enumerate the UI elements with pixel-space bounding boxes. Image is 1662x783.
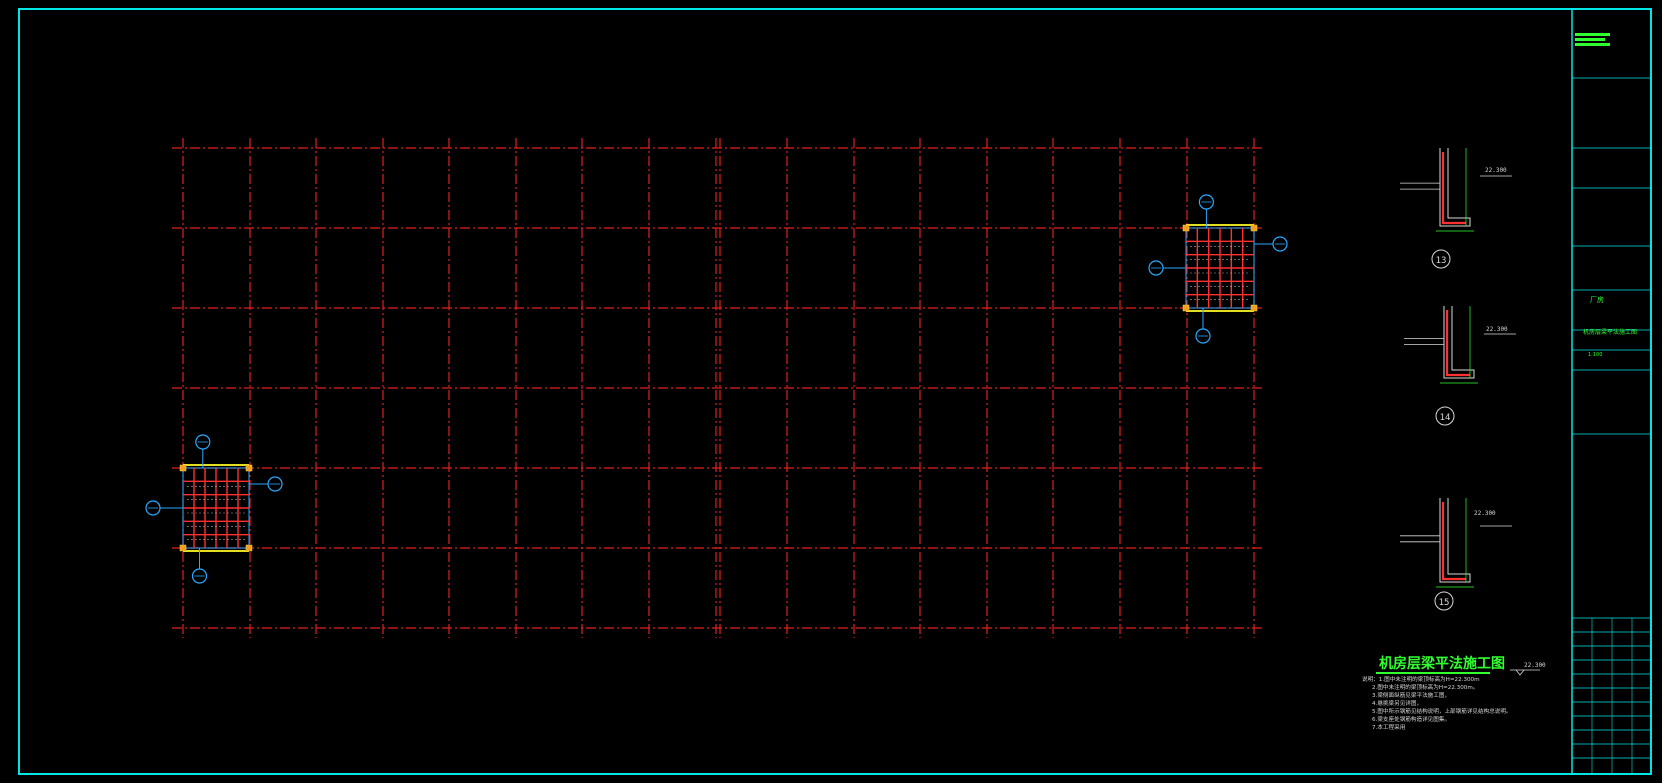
stair-plan-lower — [145, 434, 283, 584]
detail-14-elevation: 22.300 — [1486, 326, 1508, 333]
stair-plan-upper — [1148, 194, 1288, 344]
drawing-canvas: 13 14 15 22.300 22.300 22.300 机房层梁平法施工图 … — [18, 8, 1652, 775]
column — [179, 544, 187, 552]
detail-13-elevation: 22.300 — [1485, 167, 1507, 174]
column — [245, 464, 253, 472]
note-line: 3.梁侧面纵筋见梁平法施工图， — [1372, 691, 1450, 699]
section-rebar — [1441, 152, 1466, 225]
section-detail-14 — [1404, 306, 1516, 384]
section-rebar — [1441, 502, 1466, 581]
section-detail-13 — [1400, 148, 1512, 232]
note-line: 7.本工程采用 — [1372, 723, 1405, 731]
detail-15-elevation: 22.300 — [1474, 510, 1496, 517]
title-elevation-mark — [1510, 669, 1540, 676]
note-line: 4.悬挑梁另见详图， — [1372, 699, 1422, 707]
signature-mark — [1575, 38, 1605, 41]
detail-13-label: 13 — [1436, 256, 1447, 266]
floor-grid — [172, 138, 1264, 638]
section-outline — [1439, 148, 1471, 227]
column — [1250, 304, 1258, 312]
note-line: 5.图中所示钢筋见结构说明，上部钢筋详见结构总说明。 — [1372, 707, 1512, 715]
section-outline — [1443, 306, 1475, 379]
signature-mark — [1575, 33, 1610, 36]
column — [1250, 224, 1258, 232]
section-outline — [1439, 498, 1471, 583]
title-block-scale: 1:100 — [1588, 352, 1602, 358]
section-rebar — [1445, 310, 1470, 377]
general-notes: 说明：1.图中未注明的梁顶标高为H=22.300m 2.图中未注明的梁顶标高为H… — [1362, 675, 1512, 731]
note-line: 说明：1.图中未注明的梁顶标高为H=22.300m — [1362, 675, 1480, 683]
drawing-title: 机房层梁平法施工图 — [1379, 655, 1505, 672]
signature-mark — [1575, 43, 1610, 46]
note-line: 2.图中未注明的梁顶标高为H=22.300m。 — [1372, 683, 1478, 691]
note-line: 6.梁支座处钢筋构造详见图集。 — [1372, 715, 1450, 723]
column — [179, 464, 187, 472]
title-block-drawing-name: 机房层梁平法施工图 — [1583, 328, 1637, 336]
column — [245, 544, 253, 552]
column — [1182, 304, 1190, 312]
title-block-project: 厂房 — [1590, 295, 1604, 304]
title-elevation: 22.300 — [1524, 662, 1546, 669]
column — [1182, 224, 1190, 232]
title-block — [1571, 9, 1651, 774]
detail-14-label: 14 — [1440, 413, 1451, 423]
detail-15-label: 15 — [1439, 598, 1450, 608]
cad-drawing-sheet: 13 14 15 22.300 22.300 22.300 机房层梁平法施工图 … — [0, 0, 1662, 783]
